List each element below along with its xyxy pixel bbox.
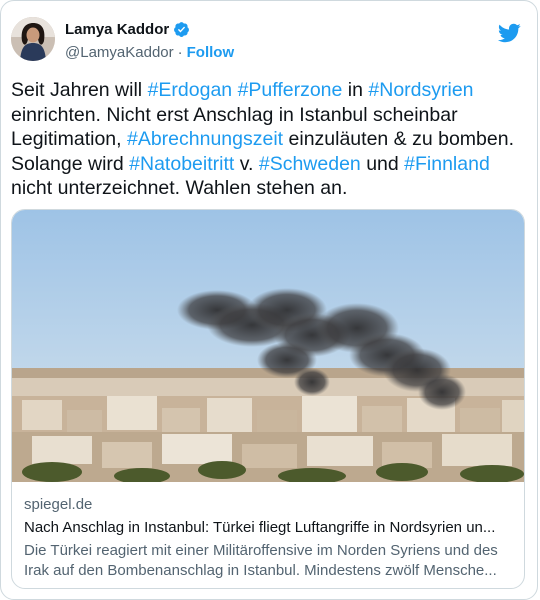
tweet-card[interactable]: Lamya Kaddor @LamyaKaddor · Follow Seit …	[0, 0, 538, 600]
follow-button[interactable]: Follow	[187, 44, 235, 61]
author-name[interactable]: Lamya Kaddor	[65, 21, 169, 38]
avatar-image	[11, 17, 55, 61]
tweet-text-segment: Seit Jahren will	[11, 79, 148, 101]
article-image	[12, 210, 524, 482]
hashtag-link[interactable]: #Natobeitritt	[129, 153, 234, 175]
hashtag-link[interactable]: #Schweden	[259, 153, 361, 175]
separator-dot: ·	[177, 44, 183, 61]
tweet-text-segment: in	[342, 79, 369, 101]
tweet-text-segment: und	[360, 152, 405, 175]
twitter-bird-icon[interactable]	[497, 21, 521, 45]
hashtag-link[interactable]: #Nordsyrien	[368, 79, 473, 101]
hashtag-link[interactable]: #Erdogan	[148, 79, 233, 101]
tweet-text-segment: v.	[234, 152, 259, 175]
link-domain: spiegel.de	[24, 496, 93, 513]
handle-row: @LamyaKaddor · Follow	[65, 44, 234, 61]
link-meta: spiegel.de Nach Anschlag in Instanbul: T…	[24, 495, 516, 581]
tweet-text: Seit Jahren will #Erdogan #Pufferzone in…	[11, 78, 526, 201]
author-handle[interactable]: @LamyaKaddor	[65, 44, 174, 61]
author-name-row: Lamya Kaddor	[65, 21, 190, 38]
verified-badge-icon	[174, 22, 190, 37]
avatar[interactable]	[11, 17, 55, 61]
hashtag-link[interactable]: #Finnland	[404, 153, 490, 175]
tweet-text-segment: nicht unterzeichnet. Wahlen stehen an.	[11, 177, 348, 199]
link-headline[interactable]: Nach Anschlag in Instanbul: Türkei flieg…	[24, 518, 516, 538]
hashtag-link[interactable]: #Abrechnungszeit	[127, 128, 283, 150]
hashtag-link[interactable]: #Pufferzone	[238, 79, 343, 101]
link-preview-card[interactable]: spiegel.de Nach Anschlag in Instanbul: T…	[11, 209, 525, 589]
link-description: Die Türkei reagiert mit einer Militäroff…	[24, 542, 498, 579]
